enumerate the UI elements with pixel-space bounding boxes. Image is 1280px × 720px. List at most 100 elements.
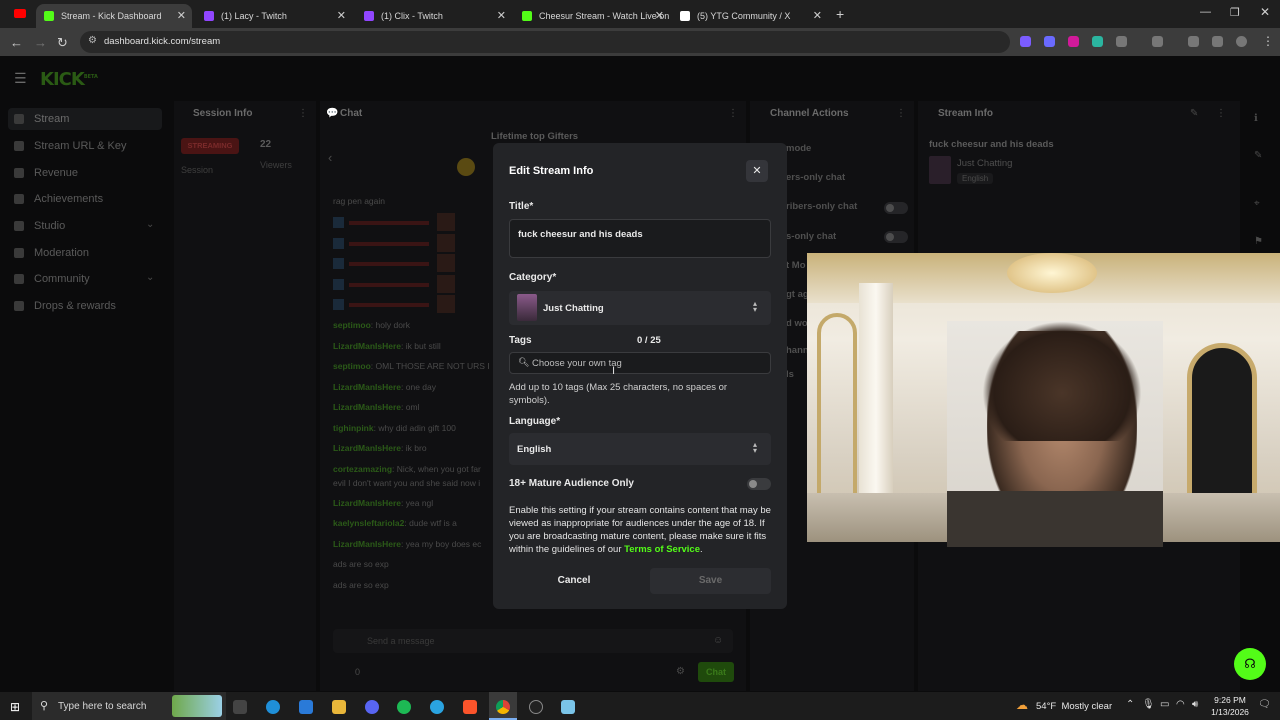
channel-action-item[interactable]: hann	[786, 345, 809, 356]
sidebar-item-revenue[interactable]: Revenue	[14, 167, 78, 179]
tab-kick-dashboard[interactable]: Stream - Kick Dashboard ✕	[36, 4, 192, 28]
app-icon[interactable]	[561, 700, 575, 714]
tab-lacy-twitch[interactable]: (1) Lacy - Twitch ✕	[196, 4, 352, 28]
close-tab-icon[interactable]: ✕	[337, 9, 346, 22]
sidebar-item-drops-rewards[interactable]: Drops & rewards	[14, 300, 116, 312]
channel-action-item[interactable]: ribers-only chat	[786, 201, 857, 212]
close-modal-button[interactable]: ✕	[746, 160, 768, 182]
extension-icon[interactable]	[1092, 36, 1103, 47]
network-icon[interactable]: ◠	[1176, 699, 1185, 710]
extension-icon[interactable]	[1044, 36, 1055, 47]
chat-username[interactable]: cortezamazing	[333, 464, 392, 474]
terms-of-service-link[interactable]: Terms of Service	[624, 544, 700, 555]
edit-icon[interactable]: ✎	[1190, 108, 1198, 119]
chat-username[interactable]: LizardManIsHere	[333, 341, 401, 351]
right-rail-icon[interactable]: ℹ	[1254, 113, 1258, 124]
tags-input[interactable]: 🔍︎ Choose your own tag	[509, 352, 771, 374]
weather-text[interactable]: 54°F Mostly clear	[1036, 701, 1112, 712]
discord-icon[interactable]	[365, 700, 379, 714]
close-tab-icon[interactable]: ✕	[813, 9, 822, 22]
channel-action-item[interactable]: gt ag	[786, 289, 809, 300]
sidebar-item-moderation[interactable]: Moderation	[14, 247, 89, 259]
channel-toggle[interactable]	[884, 231, 908, 243]
chat-settings-icon[interactable]: ⚙	[676, 666, 685, 677]
channel-action-item[interactable]: ls	[786, 369, 794, 380]
restore-icon[interactable]: ❐	[1230, 6, 1240, 19]
sidebar-item-stream[interactable]: Stream	[14, 113, 69, 125]
chevron-down-icon[interactable]: ⌄	[146, 219, 154, 230]
store-icon[interactable]	[299, 700, 313, 714]
profile-icon[interactable]	[1236, 36, 1247, 47]
right-rail-icon[interactable]: ⌖	[1254, 198, 1260, 209]
close-tab-icon[interactable]: ✕	[655, 9, 664, 22]
battery-icon[interactable]: ▭	[1160, 699, 1169, 710]
right-rail-icon[interactable]: ✎	[1254, 150, 1262, 161]
panel-menu-icon[interactable]: ⋮	[298, 108, 308, 119]
edge-icon[interactable]	[266, 700, 280, 714]
close-window-icon[interactable]: ✕	[1260, 5, 1270, 19]
obs-icon[interactable]	[529, 700, 543, 714]
sidebar-item-achievements[interactable]: Achievements	[14, 193, 103, 205]
telegram-icon[interactable]	[430, 700, 444, 714]
channel-action-item[interactable]: s-only chat	[786, 231, 836, 242]
panel-menu-icon[interactable]: ⋮	[728, 108, 738, 119]
sidebar-item-studio[interactable]: Studio	[14, 220, 65, 232]
emoji-icon[interactable]: ☺	[713, 635, 723, 646]
chat-username[interactable]: septimoo	[333, 320, 371, 330]
spotify-icon[interactable]	[397, 700, 411, 714]
microphone-icon[interactable]: 🎙︎	[1142, 699, 1155, 710]
channel-action-item[interactable]: t Mo	[786, 260, 806, 271]
url-bar[interactable]: ⚙ dashboard.kick.com/stream	[80, 31, 1010, 53]
volume-icon[interactable]: 🔊︎	[1192, 699, 1198, 710]
title-input[interactable]: fuck cheesur and his deads	[509, 219, 771, 258]
forward-icon[interactable]: →	[34, 35, 47, 50]
download-icon[interactable]	[1188, 36, 1199, 47]
hamburger-menu-icon[interactable]: ☰	[14, 70, 27, 87]
close-tab-icon[interactable]: ✕	[497, 9, 506, 22]
right-rail-icon[interactable]: ⚑	[1254, 236, 1263, 247]
chat-username[interactable]: LizardManIsHere	[333, 382, 401, 392]
category-select[interactable]: Just Chatting ▴ ▾	[509, 291, 771, 325]
chat-input[interactable]: Send a message ☺	[333, 629, 733, 653]
kick-logo[interactable]: KICKBETA	[40, 69, 98, 90]
tab-ytg-community[interactable]: (5) YTG Community / X ✕	[672, 4, 828, 28]
channel-action-item[interactable]: d wo	[786, 318, 808, 329]
brave-icon[interactable]	[463, 700, 477, 714]
channel-action-item[interactable]: mode	[786, 143, 811, 154]
file-explorer-icon[interactable]	[332, 700, 346, 714]
chat-username[interactable]: LizardManIsHere	[333, 402, 401, 412]
extension-icon[interactable]	[1020, 36, 1031, 47]
panel-menu-icon[interactable]: ⋮	[1216, 108, 1226, 119]
windows-start-icon[interactable]: ⊞	[10, 700, 20, 714]
task-view-icon[interactable]	[233, 700, 247, 714]
tab-clix-twitch[interactable]: (1) Clix - Twitch ✕	[356, 4, 512, 28]
mature-toggle[interactable]	[747, 478, 771, 490]
tray-chevron-up-icon[interactable]: ⌃	[1126, 699, 1134, 710]
panel-menu-icon[interactable]: ⋮	[896, 108, 906, 119]
save-button[interactable]: Save	[650, 568, 771, 594]
clock-date[interactable]: 1/13/2026	[1205, 707, 1255, 717]
chrome-icon[interactable]	[496, 700, 510, 714]
chevron-left-icon[interactable]: ‹	[328, 150, 332, 165]
notifications-icon[interactable]: 🗨︎	[1258, 699, 1271, 710]
reading-list-icon[interactable]	[1212, 36, 1223, 47]
new-tab-icon[interactable]: +	[836, 6, 844, 22]
menu-dots-icon[interactable]: ⋮	[1262, 34, 1274, 48]
support-chat-button[interactable]: ☊	[1234, 648, 1266, 680]
minimize-icon[interactable]: —	[1200, 6, 1211, 18]
channel-toggle[interactable]	[884, 202, 908, 214]
cancel-button[interactable]: Cancel	[509, 568, 639, 594]
chat-username[interactable]: septimoo	[333, 361, 371, 371]
sidebar-icon[interactable]	[1152, 36, 1163, 47]
chat-username[interactable]: LizardManIsHere	[333, 539, 401, 549]
sidebar-item-stream-url-key[interactable]: Stream URL & Key	[14, 140, 127, 152]
chat-username[interactable]: LizardManIsHere	[333, 498, 401, 508]
language-select[interactable]: English ▴ ▾	[509, 433, 771, 465]
chat-username[interactable]: LizardManIsHere	[333, 443, 401, 453]
chat-username[interactable]: kaelynsleftariola2	[333, 518, 404, 528]
youtube-icon[interactable]	[14, 9, 26, 18]
extension-icon[interactable]	[1068, 36, 1079, 47]
sidebar-item-community[interactable]: Community	[14, 273, 90, 285]
site-info-icon[interactable]: ⚙	[88, 35, 97, 46]
taskbar-search[interactable]: ⚲ Type here to search	[32, 692, 226, 720]
